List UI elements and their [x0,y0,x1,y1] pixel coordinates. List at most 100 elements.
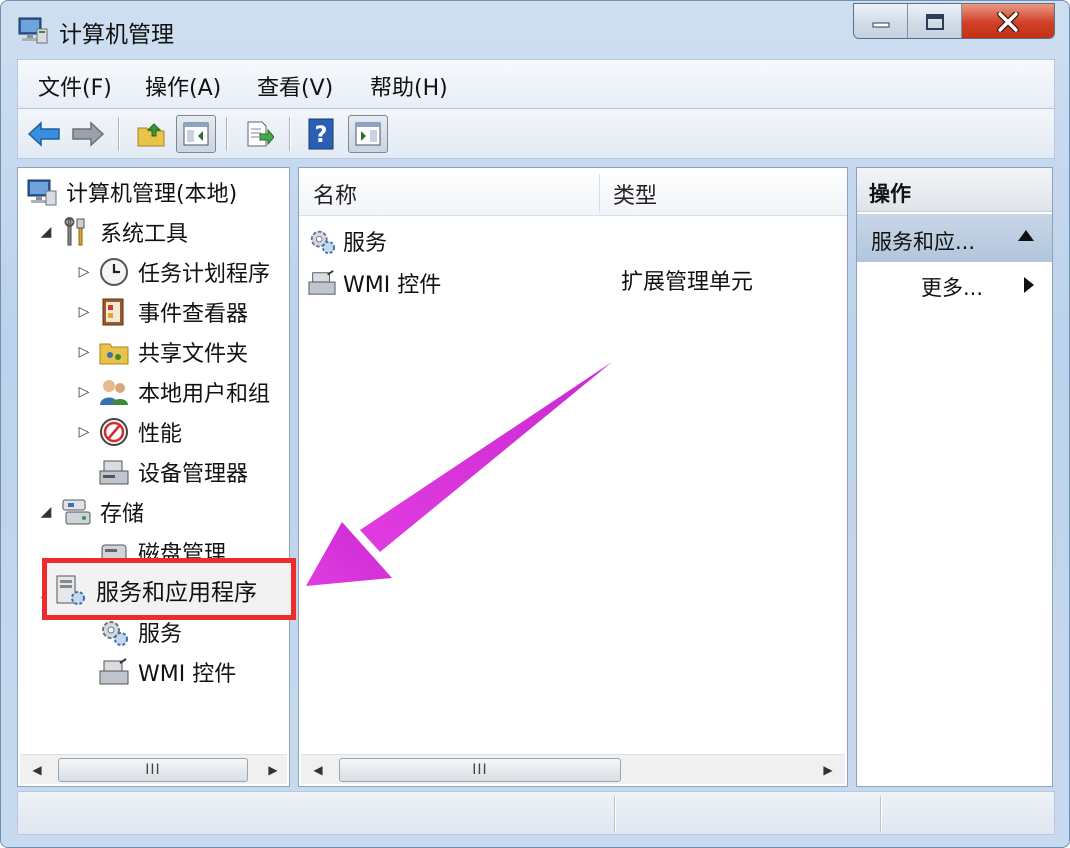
tree-item-system-tools[interactable]: ◢ 系统工具 [38,214,188,250]
computer-management-icon [27,179,57,206]
tree-item-event-viewer[interactable]: ▷ 事件查看器 [76,294,248,330]
show-hide-console-tree-button[interactable] [176,115,216,153]
column-header-type[interactable]: 类型 [613,178,657,210]
tree-item-label: 存储 [100,502,145,527]
expand-arrow-icon[interactable]: ▷ [76,384,92,400]
back-button[interactable] [24,115,64,153]
help-button[interactable]: ? [301,115,341,153]
up-folder-icon [137,123,165,147]
show-hide-action-pane-icon [355,122,381,146]
forward-button[interactable] [68,115,108,153]
list-row-wmi-control[interactable]: WMI 控件 扩展管理单元 [307,264,837,302]
expand-arrow-icon[interactable]: ▷ [76,344,92,360]
tree-item-storage[interactable]: ◢ 存储 [38,494,144,530]
tree-item-task-scheduler[interactable]: ▷ 任务计划程序 [76,254,270,290]
storage-icon [62,499,91,525]
action-section-services-apps[interactable]: 服务和应... [857,214,1052,262]
tree-item-local-users-groups[interactable]: ▷ 本地用户和组 [76,374,270,410]
tree-item-label: 任务计划程序 [138,262,271,287]
submenu-arrow-icon[interactable] [1024,277,1034,293]
details-list-pane: 名称 类型 服务 WMI 控件 扩展管理单元 ◀ III ▶ [298,167,848,787]
up-one-level-button[interactable] [131,115,171,153]
toolbar-separator [226,117,228,151]
column-divider[interactable] [599,174,600,212]
tree-item-device-manager[interactable]: 设备管理器 [98,454,248,490]
window-title: 计算机管理 [59,22,174,48]
tree-item-label: 设备管理器 [138,462,249,487]
services-applications-icon [56,575,85,605]
svg-text:?: ? [315,123,328,148]
minimize-button[interactable] [854,4,908,38]
list-row-services[interactable]: 服务 [307,222,387,260]
computer-management-icon [18,17,48,44]
tree-item-label: 共享文件夹 [138,342,249,367]
action-more-actions[interactable]: 更多... [921,272,983,302]
menu-action[interactable]: 操作(A) [145,70,221,102]
action-section-label: 服务和应... [871,230,976,254]
tree-item-services-and-applications[interactable]: 服务和应用程序 [54,570,257,610]
close-icon [997,12,1019,32]
action-pane-header: 操作 [857,168,1052,212]
wmi-control-icon [308,270,336,295]
status-bar [17,791,1055,835]
menu-help[interactable]: 帮助(H) [370,70,448,102]
services-gear-icon [102,621,128,646]
list-horizontal-scrollbar[interactable]: ◀ III ▶ [301,754,845,784]
action-pane: 操作 服务和应... 更多... [856,167,1053,787]
tree-item-label: 事件查看器 [138,302,249,327]
tree-horizontal-scrollbar[interactable]: ◀ III ▶ [20,754,287,784]
tree-item-label: 系统工具 [100,222,189,247]
tree-item-shared-folders[interactable]: ▷ 共享文件夹 [76,334,248,370]
scroll-thumb[interactable]: III [339,758,621,782]
menu-file[interactable]: 文件(F) [38,70,112,102]
tree-item-computer-management-local[interactable]: 计算机管理(本地) [26,174,237,210]
expand-arrow-icon[interactable]: ▷ [76,304,92,320]
services-gear-icon [310,230,336,255]
toolbar-separator [289,117,291,151]
tree-item-label: 服务和应用程序 [96,580,257,606]
toolbar: ? [17,109,1055,159]
device-manager-icon [99,460,129,485]
clock-icon [100,258,128,286]
column-header-name[interactable]: 名称 [313,178,357,210]
list-cell-type: 扩展管理单元 [621,270,754,295]
tree-item-label: 性能 [138,422,183,447]
export-list-icon [247,121,274,147]
console-tree-pane: 计算机管理(本地) ◢ 系统工具 ▷ 任务计划程序 ▷ 事件查看器 ▷ 共享文件… [17,167,290,787]
system-tools-icon [64,217,85,246]
minimize-icon [872,22,889,28]
maximize-icon [925,14,944,30]
show-hide-action-pane-button[interactable] [348,115,388,153]
tree-item-label: 计算机管理(本地) [66,182,238,207]
collapse-up-icon[interactable] [1018,230,1034,241]
status-divider [614,796,616,832]
collapse-arrow-icon[interactable]: ◢ [38,504,54,520]
users-icon [100,380,128,405]
status-divider [880,796,882,832]
help-icon: ? [308,118,334,150]
scroll-left-icon[interactable]: ◀ [305,755,331,785]
close-button[interactable] [962,4,1054,38]
window-controls [853,3,1055,39]
expand-arrow-icon[interactable]: ▷ [76,264,92,280]
collapse-arrow-icon[interactable]: ◢ [38,224,54,240]
title-bar[interactable]: 计算机管理 [1,1,1069,59]
list-cell-name: WMI 控件 [343,273,442,298]
menu-bar: 文件(F) 操作(A) 查看(V) 帮助(H) [17,59,1055,109]
show-hide-tree-icon [183,122,209,146]
scroll-thumb[interactable]: III [58,758,248,782]
maximize-button[interactable] [908,4,962,38]
scroll-left-icon[interactable]: ◀ [24,755,50,785]
wmi-control-icon [99,658,129,685]
scroll-right-icon[interactable]: ▶ [260,755,286,785]
tree-item-performance[interactable]: ▷ 性能 [76,414,182,450]
shared-folder-icon [99,343,129,365]
tree-item-wmi-control[interactable]: WMI 控件 [98,654,236,690]
tree-item-label: 服务 [138,622,183,647]
export-list-button[interactable] [239,115,279,153]
back-icon [27,121,60,147]
menu-view[interactable]: 查看(V) [257,70,333,102]
expand-arrow-icon[interactable]: ▷ [76,424,92,440]
scroll-right-icon[interactable]: ▶ [815,755,841,785]
event-viewer-icon [102,298,124,326]
